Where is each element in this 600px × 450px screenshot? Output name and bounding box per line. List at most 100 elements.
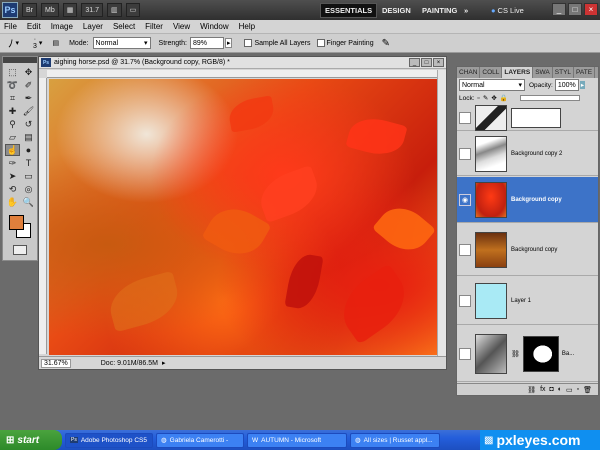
lock-all-icon[interactable]: 🔒 xyxy=(500,94,508,102)
document-title-bar[interactable]: Ps aighing horse.psd @ 31.7% (Background… xyxy=(39,57,446,69)
quick-select-tool-icon[interactable]: ✐ xyxy=(21,79,36,91)
brush-tool-icon[interactable]: 🖌 xyxy=(21,105,36,117)
dodge-tool-icon[interactable]: ● xyxy=(21,144,36,156)
visibility-toggle[interactable] xyxy=(459,347,471,360)
lasso-tool-icon[interactable]: ➰ xyxy=(5,79,20,91)
shape-tool-icon[interactable]: ▭ xyxy=(21,170,36,182)
doc-close-button[interactable]: × xyxy=(433,58,444,67)
tab-paths[interactable]: PATE xyxy=(574,67,596,78)
workspace-design[interactable]: DESIGN xyxy=(378,3,415,18)
opacity-input[interactable]: 100% xyxy=(554,79,579,91)
workspace-essentials[interactable]: ESSENTIALS xyxy=(320,3,378,18)
lock-position-icon[interactable]: ✥ xyxy=(491,94,496,102)
chain-link-icon[interactable]: ⛓ xyxy=(511,350,520,358)
marquee-tool-icon[interactable]: ⬚ xyxy=(5,66,20,78)
foreground-color-swatch[interactable] xyxy=(9,215,24,230)
tab-layers[interactable]: LAYERS xyxy=(502,67,534,78)
adjustment-layer-icon[interactable]: ◐ xyxy=(558,386,562,393)
new-group-icon[interactable]: ▭ xyxy=(566,386,573,394)
sample-all-layers-checkbox[interactable]: Sample All Layers xyxy=(244,39,311,47)
doc-restore-button[interactable]: □ xyxy=(421,58,432,67)
menu-select[interactable]: Select xyxy=(113,22,135,31)
arrange-documents-button[interactable]: ▥ xyxy=(106,3,122,17)
history-brush-tool-icon[interactable]: ↺ xyxy=(21,118,36,130)
lock-pixels-icon[interactable]: ✎ xyxy=(483,94,488,102)
menu-help[interactable]: Help xyxy=(239,22,255,31)
pressure-tablet-icon[interactable]: ✎ xyxy=(382,38,390,49)
cs-live-button[interactable]: ● CS Live xyxy=(487,3,528,18)
zoom-tool-icon[interactable]: 🔍 xyxy=(21,196,36,208)
fill-slider[interactable] xyxy=(519,95,580,101)
menu-file[interactable]: File xyxy=(4,22,17,31)
brush-panel-toggle-icon[interactable]: ▤ xyxy=(52,39,59,47)
menu-edit[interactable]: Edit xyxy=(27,22,41,31)
crop-tool-icon[interactable]: ⌗ xyxy=(5,92,20,104)
visibility-toggle[interactable] xyxy=(459,243,471,256)
menu-view[interactable]: View xyxy=(173,22,190,31)
doc-minimize-button[interactable]: _ xyxy=(409,58,420,67)
tab-channels[interactable]: CHAN xyxy=(457,67,481,78)
brush-picker-chevron-icon[interactable]: ▾ xyxy=(39,39,43,47)
zoom-status-field[interactable]: 31.67% xyxy=(41,358,71,368)
eyedropper-tool-icon[interactable]: ✒ xyxy=(21,92,36,104)
menu-filter[interactable]: Filter xyxy=(145,22,163,31)
path-select-tool-icon[interactable]: ➤ xyxy=(5,170,20,182)
tab-swatches[interactable]: SWA xyxy=(533,67,553,78)
tool-preset-chevron-icon[interactable]: ▾ xyxy=(16,39,20,47)
layer-row[interactable]: Layer 1 xyxy=(457,277,598,325)
clone-stamp-tool-icon[interactable]: ⚲ xyxy=(5,118,20,130)
image-canvas[interactable] xyxy=(49,79,439,355)
tab-styles[interactable]: STYL xyxy=(553,67,575,78)
3d-rotate-tool-icon[interactable]: ⟲ xyxy=(5,183,20,195)
fx-icon[interactable]: fx xyxy=(540,386,545,393)
start-button[interactable]: ⊞ start xyxy=(0,430,62,450)
minibridge-button[interactable]: Mb xyxy=(41,3,59,17)
smudge-tool-icon[interactable]: ☝ xyxy=(5,144,20,156)
bridge-button[interactable]: Br xyxy=(22,3,37,17)
layer-row[interactable]: ◉ Background copy xyxy=(457,177,598,223)
opacity-slider-chevron-icon[interactable]: ▸ xyxy=(579,81,586,89)
link-layers-icon[interactable]: ⛓ xyxy=(527,386,536,394)
taskbar-item-browser-1[interactable]: ◍ Gabriela Camerotti - xyxy=(156,432,244,448)
menu-image[interactable]: Image xyxy=(51,22,73,31)
finger-painting-checkbox[interactable]: Finger Painting xyxy=(316,39,374,47)
taskbar-item-photoshop[interactable]: Ps Adobe Photoshop CS5 xyxy=(65,432,153,448)
trash-icon[interactable]: 🗑 xyxy=(583,386,592,394)
horizontal-ruler[interactable] xyxy=(47,70,439,78)
type-tool-icon[interactable]: T xyxy=(21,157,36,169)
close-button[interactable]: × xyxy=(584,3,598,16)
3d-orbit-tool-icon[interactable]: ◎ xyxy=(21,183,36,195)
menu-window[interactable]: Window xyxy=(200,22,228,31)
visibility-toggle[interactable] xyxy=(459,111,471,124)
move-tool-icon[interactable]: ✥ xyxy=(21,66,36,78)
strength-input[interactable]: 89% xyxy=(189,37,224,49)
status-menu-arrow-icon[interactable]: ▸ xyxy=(162,359,166,367)
minimize-button[interactable]: _ xyxy=(552,3,566,16)
layer-row[interactable]: ⛓ Ba... xyxy=(457,326,598,382)
smudge-tool-preset-icon[interactable]: ﾉ xyxy=(8,35,14,51)
layer-row[interactable] xyxy=(457,104,598,131)
gradient-tool-icon[interactable]: ▤ xyxy=(21,131,36,143)
vertical-ruler[interactable] xyxy=(39,78,47,354)
mode-select[interactable]: Normal ▾ xyxy=(92,37,151,49)
visibility-toggle[interactable] xyxy=(459,294,471,307)
maximize-button[interactable]: □ xyxy=(568,3,582,16)
screen-mode-button[interactable]: ▭ xyxy=(125,3,141,17)
lock-transparent-icon[interactable]: ▫ xyxy=(478,95,480,102)
hand-tool-icon[interactable]: ✋ xyxy=(5,196,20,208)
blend-mode-select[interactable]: Normal ▾ xyxy=(459,79,525,91)
workspace-painting[interactable]: PAINTING xyxy=(418,3,461,18)
eye-icon[interactable]: ◉ xyxy=(459,193,471,206)
strength-slider-chevron-icon[interactable]: ▸ xyxy=(224,38,233,48)
layer-row[interactable]: Background copy xyxy=(457,224,598,276)
vertical-scrollbar[interactable] xyxy=(437,70,446,356)
quick-mask-icon[interactable] xyxy=(13,245,27,255)
brush-preset-picker[interactable]: · 3 xyxy=(33,36,37,50)
new-layer-icon[interactable]: ▫ xyxy=(577,386,579,393)
visibility-toggle[interactable] xyxy=(459,147,471,160)
healing-brush-tool-icon[interactable]: ✚ xyxy=(5,105,20,117)
menu-layer[interactable]: Layer xyxy=(83,22,103,31)
more-workspaces-button[interactable]: » xyxy=(460,3,472,18)
layer-row[interactable]: Background copy 2 xyxy=(457,132,598,176)
tab-color[interactable]: COLL xyxy=(480,67,503,78)
